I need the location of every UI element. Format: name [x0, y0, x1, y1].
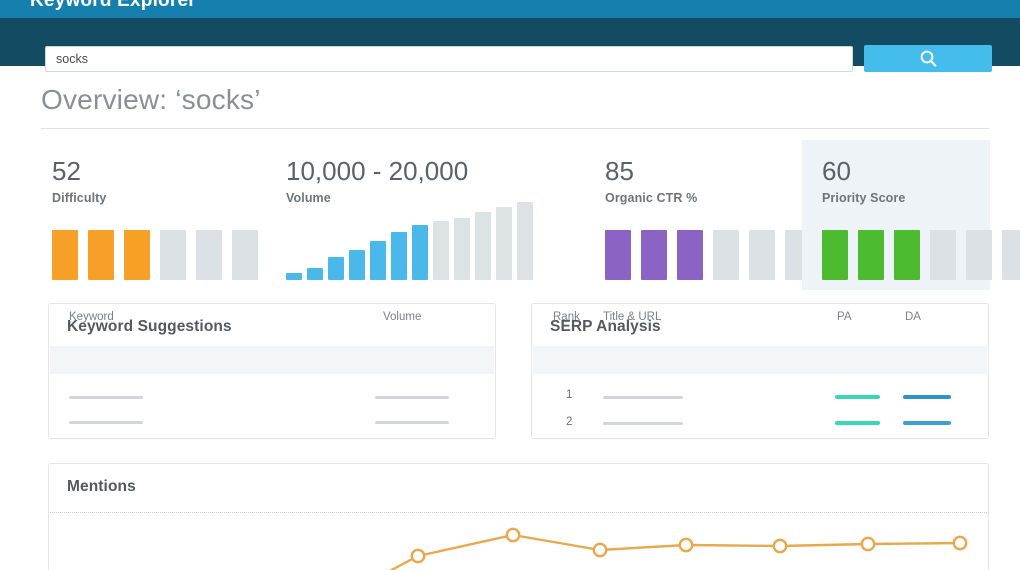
keyword-explorer-page: Keyword Explorer Overview: ‘socks’ 52 Di… — [0, 0, 1020, 570]
mentions-data-point[interactable] — [505, 527, 521, 543]
mentions-data-point[interactable] — [860, 536, 876, 552]
mentions-data-point[interactable] — [952, 535, 968, 551]
mentions-data-point[interactable] — [410, 548, 426, 564]
mentions-data-point[interactable] — [678, 537, 694, 553]
mentions-data-point[interactable] — [772, 538, 788, 554]
mentions-data-point[interactable] — [592, 542, 608, 558]
mentions-line-chart — [389, 527, 968, 570]
